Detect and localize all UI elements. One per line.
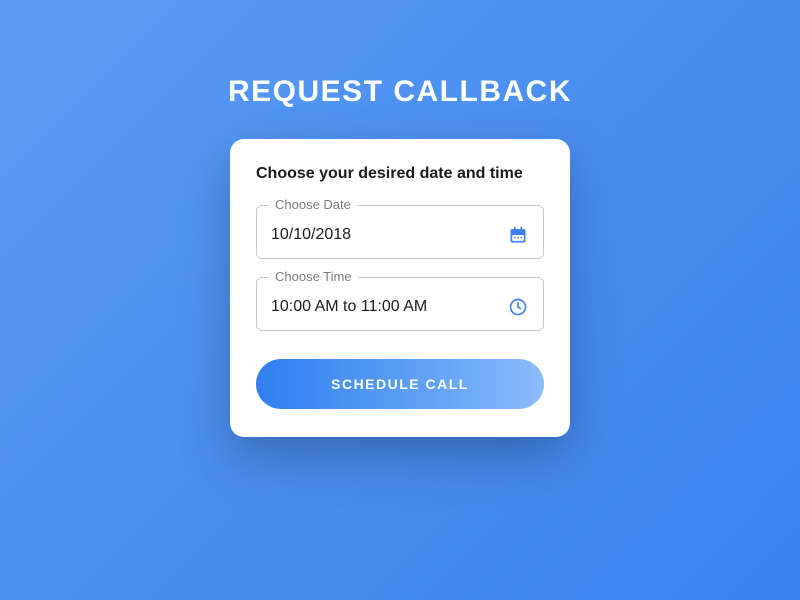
page-title: REQUEST CALLBACK (228, 75, 572, 109)
schedule-call-button[interactable]: SCHEDULE CALL (256, 359, 544, 409)
date-field-value: 10/10/2018 (271, 226, 351, 244)
clock-icon (507, 296, 529, 318)
date-field-label: Choose Date (269, 197, 357, 212)
callback-card: Choose your desired date and time Choose… (230, 139, 570, 437)
calendar-icon (507, 224, 529, 246)
date-field[interactable]: Choose Date 10/10/2018 (256, 205, 544, 259)
time-field-label: Choose Time (269, 269, 358, 284)
time-field-value: 10:00 AM to 11:00 AM (271, 298, 427, 316)
time-field[interactable]: Choose Time 10:00 AM to 11:00 AM (256, 277, 544, 331)
card-heading: Choose your desired date and time (256, 165, 544, 183)
